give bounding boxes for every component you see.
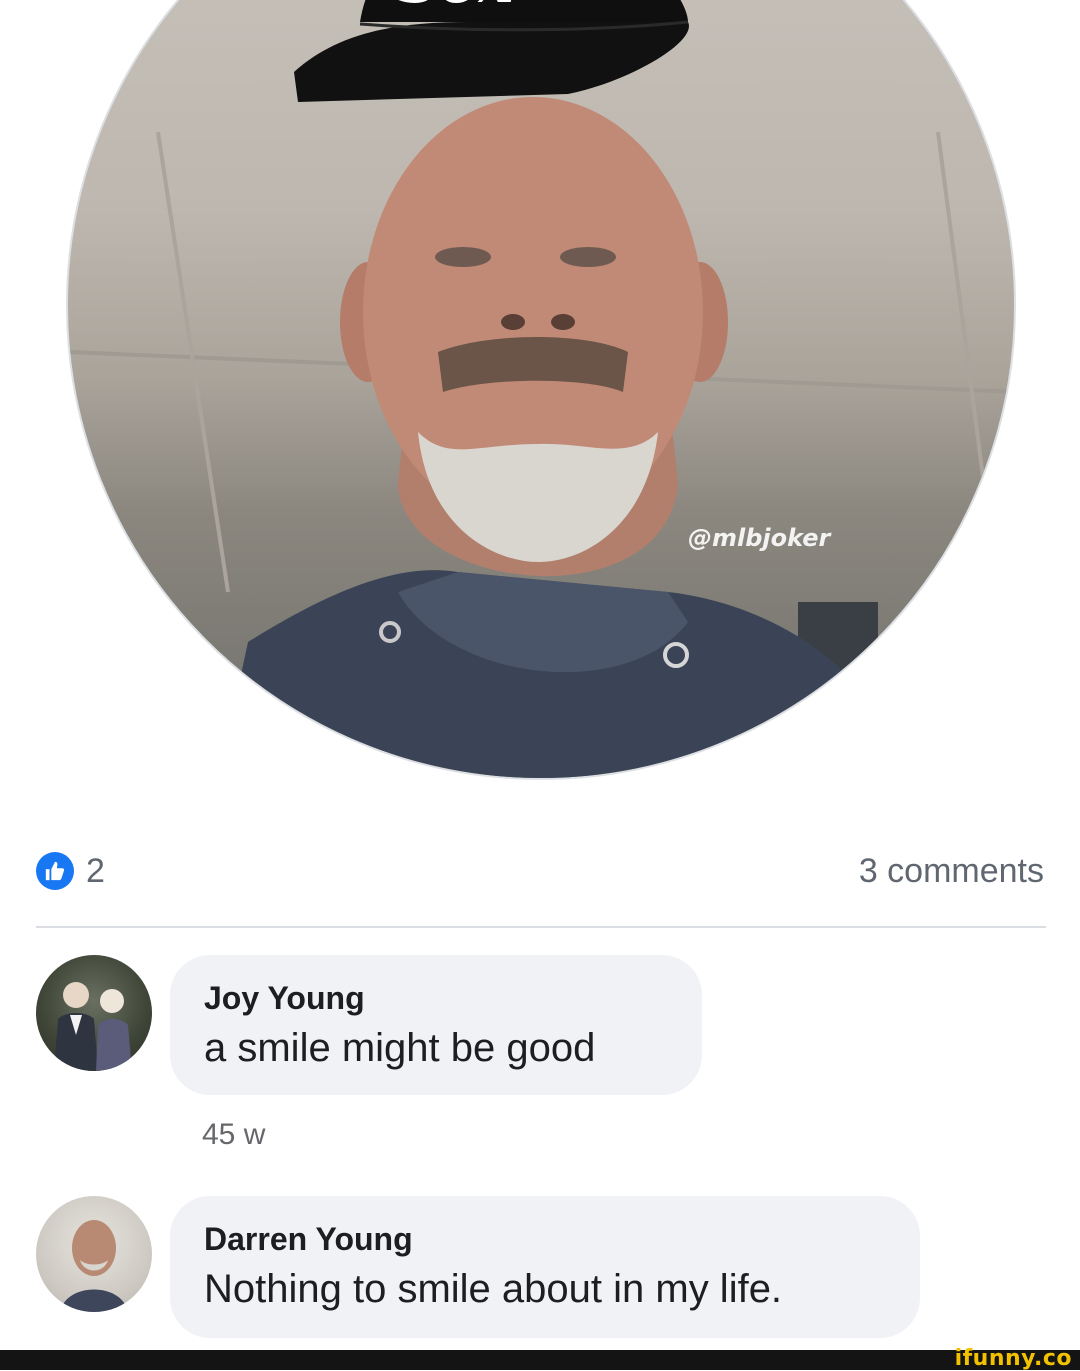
comment-text: Nothing to smile about in my life. — [204, 1267, 783, 1311]
ifunny-logo: ifunny.co — [954, 1346, 1072, 1371]
comment-text: a smile might be good — [204, 1026, 596, 1070]
divider — [36, 926, 1046, 928]
comment-bubble: Joy Young a smile might be good — [170, 955, 702, 1095]
svg-text:Sox: Sox — [398, 0, 515, 16]
like-count[interactable]: 2 — [86, 852, 105, 891]
avatar-darren-young[interactable] — [36, 1196, 152, 1312]
comment-author[interactable]: Darren Young — [204, 1220, 886, 1258]
reaction-summary: 2 3 comments — [36, 846, 1046, 896]
comments-count-link[interactable]: 3 comments — [859, 852, 1044, 891]
profile-photo[interactable]: Sox @mlbjoker — [66, 0, 1016, 780]
man-portrait: Sox — [68, 0, 1014, 778]
footer-bar: ifunny.co — [0, 1346, 1080, 1371]
watermark-handle: @mlbjoker — [688, 524, 831, 552]
comment-bubble: Darren Young Nothing to smile about in m… — [170, 1196, 920, 1338]
avatar-joy-young[interactable] — [36, 955, 152, 1071]
baseball-cap-icon: Sox — [294, 0, 689, 102]
thumbs-up-icon[interactable] — [36, 852, 74, 890]
comment-author[interactable]: Joy Young — [204, 979, 668, 1017]
comment-timestamp[interactable]: 45 w — [202, 1118, 265, 1152]
